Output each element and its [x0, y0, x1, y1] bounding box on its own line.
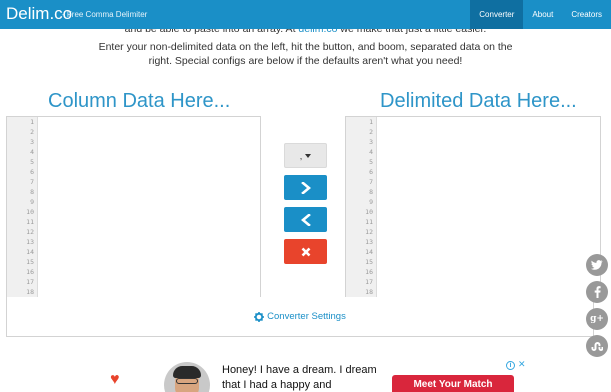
line-number-gutter: 1 2 3 4 5 6 7 8 9 10 11 12 13 14 15 16 17 18 [7, 117, 38, 297]
line-number: 11 [26, 218, 34, 226]
line-number: 2 [369, 128, 373, 136]
line-number: 6 [369, 168, 373, 176]
google-plus-share-button[interactable]: g+ [586, 308, 608, 330]
line-number: 15 [365, 258, 373, 266]
line-number: 8 [30, 188, 34, 196]
line-number-gutter: 1 2 3 4 5 6 7 8 9 10 11 12 13 14 15 16 17 18 [346, 117, 377, 297]
convert-to-delimited-button[interactable] [284, 175, 327, 200]
chevron-right-icon [300, 181, 311, 194]
line-number: 1 [369, 118, 373, 126]
navbar: Delim.co - Free Comma Delimiter Converte… [0, 0, 611, 29]
nav-item-creators[interactable]: Creators [562, 0, 611, 29]
convert-to-column-button[interactable] [284, 207, 327, 232]
stumbleupon-share-button[interactable] [586, 335, 608, 357]
line-number: 16 [26, 268, 34, 276]
google-plus-icon: g+ [590, 313, 604, 324]
line-number: 12 [365, 228, 373, 236]
line-number: 3 [369, 138, 373, 146]
line-number: 17 [26, 278, 34, 286]
gear-icon [254, 311, 265, 322]
page: and be able to paste into an array. At d… [0, 0, 611, 392]
intro-line-2: Enter your non-delimited data on the lef… [98, 41, 513, 53]
line-number: 18 [26, 288, 34, 296]
nav-item-converter[interactable]: Converter [470, 0, 524, 29]
column-data-editor[interactable]: 1 2 3 4 5 6 7 8 9 10 11 12 13 14 15 16 17 18 [6, 116, 261, 298]
line-number: 14 [26, 248, 34, 256]
line-number: 12 [26, 228, 34, 236]
delimited-data-title: Delimited Data Here... [380, 90, 577, 112]
ad-choices-icon[interactable]: i [506, 361, 515, 370]
brand-tagline: - Free Comma Delimiter [62, 10, 148, 19]
converter-settings-toggle[interactable]: Converter Settings [6, 297, 594, 337]
delimiter-value: , [299, 150, 303, 161]
ad-text: Honey! I have a dream. I dream that I ha… [222, 364, 377, 391]
line-number: 6 [30, 168, 34, 176]
line-number: 9 [30, 198, 34, 206]
chevron-left-icon [300, 213, 311, 226]
twitter-share-button[interactable] [586, 254, 608, 276]
line-number: 15 [26, 258, 34, 266]
meet-your-match-button[interactable]: Meet Your Match [392, 375, 514, 392]
delimited-data-output[interactable] [377, 117, 600, 297]
intro-line-3: right. Special configs are below if the … [148, 55, 463, 67]
stumbleupon-icon [591, 341, 603, 351]
line-number: 16 [365, 268, 373, 276]
line-number: 10 [26, 208, 34, 216]
line-number: 17 [365, 278, 373, 286]
line-number: 8 [369, 188, 373, 196]
twitter-icon [591, 260, 603, 270]
heart-icon: ♥ [110, 371, 120, 388]
line-number: 13 [26, 238, 34, 246]
column-data-input[interactable] [38, 117, 260, 297]
line-number: 9 [369, 198, 373, 206]
line-number: 5 [369, 158, 373, 166]
line-number: 2 [30, 128, 34, 136]
line-number: 7 [30, 178, 34, 186]
caret-down-icon [305, 153, 312, 158]
clear-button[interactable] [284, 239, 327, 264]
delimited-data-editor[interactable]: 1 2 3 4 5 6 7 8 9 10 11 12 13 14 15 16 17 18 [345, 116, 601, 298]
close-icon [301, 247, 311, 257]
line-number: 11 [365, 218, 373, 226]
delimiter-dropdown[interactable]: , [284, 143, 327, 168]
line-number: 1 [30, 118, 34, 126]
ad-close-button[interactable]: ✕ [518, 359, 526, 369]
nav-item-about[interactable]: About [523, 0, 562, 29]
line-number: 18 [365, 288, 373, 296]
nav-menu: Converter About Creators [470, 0, 611, 29]
line-number: 13 [365, 238, 373, 246]
line-number: 10 [365, 208, 373, 216]
line-number: 14 [365, 248, 373, 256]
line-number: 4 [369, 148, 373, 156]
converter-settings-label: Converter Settings [267, 311, 346, 322]
facebook-share-button[interactable] [586, 281, 608, 303]
line-number: 5 [30, 158, 34, 166]
column-data-title: Column Data Here... [48, 90, 231, 112]
line-number: 4 [30, 148, 34, 156]
line-number: 3 [30, 138, 34, 146]
facebook-icon [594, 286, 601, 298]
line-number: 7 [369, 178, 373, 186]
